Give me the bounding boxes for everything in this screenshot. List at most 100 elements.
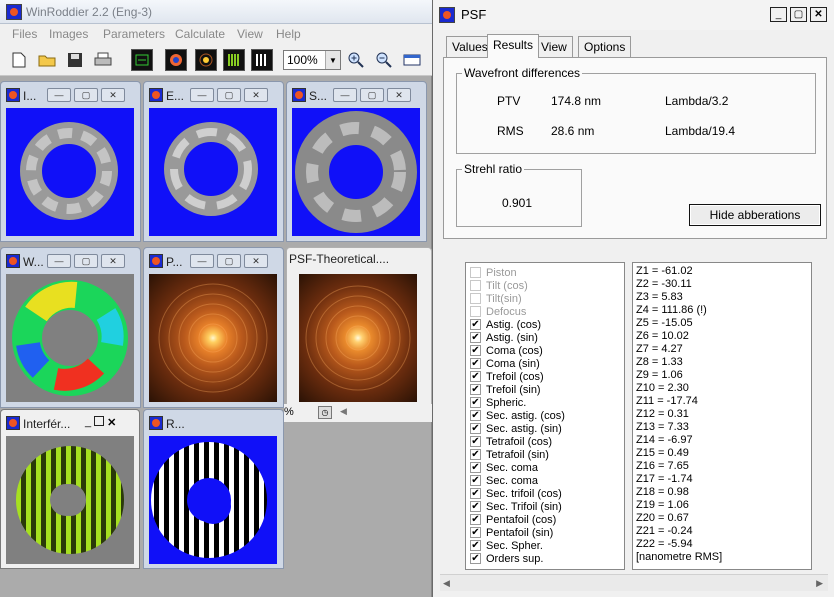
menu-images[interactable]: Images bbox=[49, 27, 88, 41]
zoom-in-icon[interactable] bbox=[345, 49, 367, 71]
term-checkbox[interactable]: ✔ bbox=[470, 540, 481, 551]
horizontal-scrollbar[interactable]: ◀ ▶ bbox=[440, 574, 828, 591]
maximize-button[interactable]: ▢ bbox=[217, 254, 241, 268]
term-checkbox[interactable]: ✔ bbox=[470, 475, 481, 486]
menu-view[interactable]: View bbox=[237, 27, 263, 41]
chevron-down-icon[interactable]: ▼ bbox=[325, 51, 340, 69]
term-checkbox[interactable]: ✔ bbox=[470, 514, 481, 525]
scroll-left-icon[interactable]: ◀ bbox=[443, 578, 450, 589]
zoom-select[interactable]: 100% ▼ bbox=[283, 50, 341, 70]
aberration-term-item[interactable]: ✔ Coma (cos) bbox=[470, 344, 543, 357]
aberration-term-item[interactable]: ✔ Sec. trifoil (cos) bbox=[470, 487, 562, 500]
term-checkbox[interactable]: ✔ bbox=[470, 462, 481, 473]
term-checkbox[interactable]: ✔ bbox=[470, 449, 481, 460]
maximize-button[interactable] bbox=[94, 416, 105, 426]
child-window-intrafocal[interactable]: I... — ▢ ✕ bbox=[0, 81, 141, 242]
clock-icon[interactable]: ◷ bbox=[318, 406, 332, 419]
tab-options[interactable]: Options bbox=[578, 36, 632, 57]
aberration-term-item[interactable]: ✔ Coma (sin) bbox=[470, 357, 540, 370]
term-checkbox[interactable]: ✔ bbox=[470, 527, 481, 538]
close-button[interactable]: ✕ bbox=[101, 88, 125, 102]
term-checkbox[interactable]: ✔ bbox=[470, 384, 481, 395]
child-window-extrafocal[interactable]: E... — ▢ ✕ bbox=[143, 81, 284, 242]
term-checkbox[interactable] bbox=[470, 280, 481, 291]
maximize-button[interactable]: ▢ bbox=[74, 88, 98, 102]
aberration-terms-list[interactable]: Piston Tilt (cos) Tilt(sin) Defocus ✔ Astig. … bbox=[465, 262, 625, 570]
minimize-button[interactable]: — bbox=[190, 88, 214, 102]
term-checkbox[interactable]: ✔ bbox=[470, 553, 481, 564]
term-checkbox[interactable]: ✔ bbox=[470, 345, 481, 356]
print-icon[interactable] bbox=[92, 49, 114, 71]
close-button[interactable]: ✕ bbox=[387, 88, 411, 102]
zoom-out-icon[interactable] bbox=[373, 49, 395, 71]
close-button[interactable]: ✕ bbox=[244, 254, 268, 268]
aberration-term-item[interactable]: ✔ Orders sup. bbox=[470, 552, 543, 565]
aberration-term-item[interactable]: ✔ Pentafoil (sin) bbox=[470, 526, 553, 539]
minimize-button[interactable]: — bbox=[190, 254, 214, 268]
scroll-right-icon[interactable]: ▶ bbox=[816, 578, 823, 589]
aberration-term-item[interactable]: ✔ Sec. Spher. bbox=[470, 539, 543, 552]
aberration-term-item[interactable]: ✔ Tetrafoil (cos) bbox=[470, 435, 552, 448]
term-checkbox[interactable]: ✔ bbox=[470, 371, 481, 382]
minimize-button[interactable]: — bbox=[47, 88, 71, 102]
child-window-interferogram[interactable]: Interfér... _ ✕ bbox=[0, 409, 140, 569]
child-window-wavefront[interactable]: W... — ▢ ✕ bbox=[0, 247, 141, 408]
term-checkbox[interactable]: ✔ bbox=[470, 332, 481, 343]
menu-files[interactable]: Files bbox=[12, 27, 37, 41]
tab-results[interactable]: Results bbox=[487, 34, 540, 58]
wavefront-icon[interactable] bbox=[165, 49, 187, 71]
open-folder-icon[interactable] bbox=[36, 49, 58, 71]
minimize-button[interactable]: — bbox=[333, 88, 357, 102]
child-window-psf[interactable]: P... — ▢ ✕ bbox=[143, 247, 284, 408]
aberration-term-item[interactable]: ✔ Astig. (sin) bbox=[470, 331, 538, 344]
minimize-button[interactable]: _ bbox=[85, 416, 91, 429]
tab-view[interactable]: View bbox=[535, 36, 573, 57]
term-checkbox[interactable]: ✔ bbox=[470, 397, 481, 408]
aberration-term-item[interactable]: ✔ Sec. astig. (cos) bbox=[470, 409, 565, 422]
scroll-left-icon[interactable]: ◀ bbox=[340, 406, 347, 417]
save-icon[interactable] bbox=[64, 49, 86, 71]
minimize-button[interactable]: _ bbox=[770, 7, 787, 22]
aberration-term-item[interactable]: ✔ Sec. astig. (sin) bbox=[470, 422, 562, 435]
close-button[interactable]: ✕ bbox=[244, 88, 268, 102]
child-window-psf-theoretical[interactable]: PSF-Theoretical.... bbox=[286, 247, 432, 408]
interferogram-icon[interactable] bbox=[223, 49, 245, 71]
aberration-term-item[interactable]: ✔ Astig. (cos) bbox=[470, 318, 541, 331]
maximize-button[interactable]: ▢ bbox=[790, 7, 807, 22]
aberration-term-item[interactable]: ✔ Sec. Trifoil (sin) bbox=[470, 500, 562, 513]
maximize-button[interactable]: ▢ bbox=[360, 88, 384, 102]
term-checkbox[interactable]: ✔ bbox=[470, 436, 481, 447]
maximize-button[interactable]: ▢ bbox=[217, 88, 241, 102]
close-button[interactable]: ✕ bbox=[810, 7, 827, 22]
term-checkbox[interactable]: ✔ bbox=[470, 501, 481, 512]
term-checkbox[interactable] bbox=[470, 267, 481, 278]
aberration-term-item[interactable]: Tilt (cos) bbox=[470, 279, 528, 292]
term-checkbox[interactable]: ✔ bbox=[470, 410, 481, 421]
aberration-term-item[interactable]: ✔ Trefoil (cos) bbox=[470, 370, 544, 383]
term-checkbox[interactable]: ✔ bbox=[470, 423, 481, 434]
aberration-term-item[interactable]: ✔ Tetrafoil (sin) bbox=[470, 448, 549, 461]
child-window-synthetic[interactable]: S... — ▢ ✕ bbox=[286, 81, 427, 242]
maximize-button[interactable]: ▢ bbox=[74, 254, 98, 268]
ronchi-icon[interactable] bbox=[251, 49, 273, 71]
term-checkbox[interactable]: ✔ bbox=[470, 488, 481, 499]
aberration-term-item[interactable]: Piston bbox=[470, 266, 517, 279]
term-checkbox[interactable]: ✔ bbox=[470, 319, 481, 330]
close-button[interactable]: ✕ bbox=[101, 254, 125, 268]
menu-help[interactable]: Help bbox=[276, 27, 301, 41]
aberration-term-item[interactable]: ✔ Spheric. bbox=[470, 396, 526, 409]
aberration-term-item[interactable]: Tilt(sin) bbox=[470, 292, 522, 305]
aberration-term-item[interactable]: ✔ Trefoil (sin) bbox=[470, 383, 541, 396]
psf-icon[interactable] bbox=[195, 49, 217, 71]
aberration-term-item[interactable]: ✔ Pentafoil (cos) bbox=[470, 513, 556, 526]
term-checkbox[interactable] bbox=[470, 293, 481, 304]
aberration-term-item[interactable]: ✔ Sec. coma bbox=[470, 474, 538, 487]
term-checkbox[interactable]: ✔ bbox=[470, 358, 481, 369]
new-file-icon[interactable] bbox=[8, 49, 30, 71]
hide-aberrations-button[interactable]: Hide abberations bbox=[689, 204, 821, 226]
close-button[interactable]: ✕ bbox=[107, 416, 116, 429]
menu-parameters[interactable]: Parameters bbox=[103, 27, 165, 41]
term-checkbox[interactable] bbox=[470, 306, 481, 317]
menu-calculate[interactable]: Calculate bbox=[175, 27, 225, 41]
aberration-term-item[interactable]: Defocus bbox=[470, 305, 526, 318]
